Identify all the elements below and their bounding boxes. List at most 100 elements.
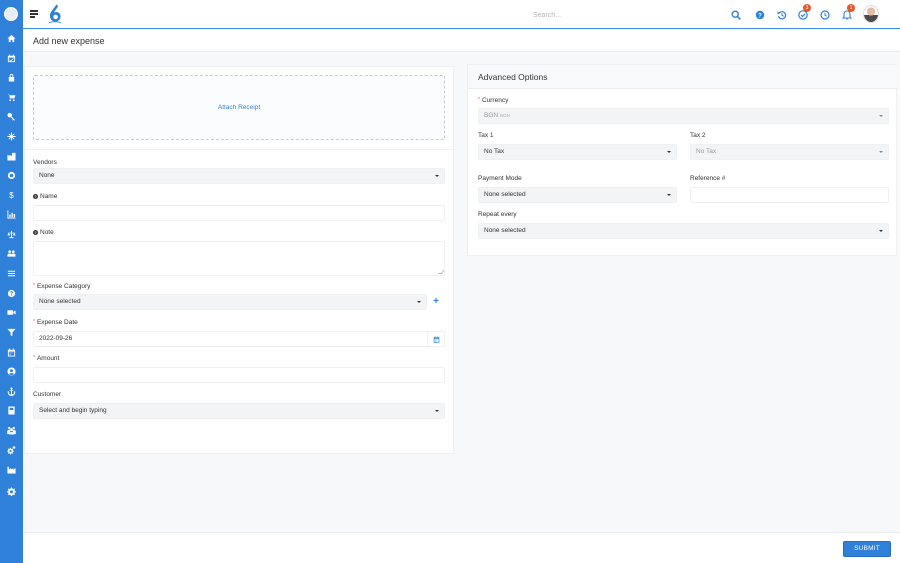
video-icon[interactable] — [6, 307, 17, 318]
company-logo[interactable] — [4, 7, 18, 21]
calendar-check-icon[interactable] — [6, 53, 17, 64]
chevron-down-icon — [417, 301, 421, 303]
amount-label: Amount — [36, 355, 60, 362]
repeat-every-select[interactable]: None selected — [478, 223, 889, 239]
scale-icon[interactable] — [6, 229, 17, 240]
form-footer: SUBMIT — [23, 532, 900, 563]
user-avatar[interactable] — [863, 5, 879, 23]
vendors-label: Vendors — [33, 159, 57, 166]
attach-receipt-label: Attach Receipt — [217, 104, 261, 111]
chevron-down-icon — [435, 175, 439, 177]
expense-category-value: None selected — [39, 298, 81, 305]
repeat-every-value: None selected — [484, 227, 526, 234]
divider — [25, 149, 455, 150]
lock-icon[interactable] — [6, 72, 17, 83]
circle-icon[interactable] — [6, 170, 17, 181]
calendar-icon[interactable] — [427, 331, 444, 347]
amount-label-row: * Amount — [33, 355, 59, 362]
currency-select[interactable]: BGN BGN — [478, 108, 889, 124]
submit-button[interactable]: SUBMIT — [843, 541, 891, 557]
repeat-every-label: Repeat every — [478, 211, 517, 218]
tax2-select[interactable]: No Tax — [690, 144, 889, 160]
notifications-bell-icon[interactable]: 1 — [841, 4, 855, 20]
filter-icon[interactable] — [6, 327, 17, 338]
chevron-down-icon — [879, 151, 883, 153]
name-label: Name — [40, 193, 58, 200]
vendors-select[interactable]: None — [33, 168, 445, 184]
menu-toggle-icon[interactable] — [30, 10, 38, 18]
chevron-down-icon — [879, 230, 883, 232]
currency-label-row: * Currency — [478, 97, 508, 104]
dollar-icon[interactable]: $ — [6, 190, 17, 201]
anchor-icon[interactable] — [6, 386, 17, 397]
currency-suffix: BGN — [500, 113, 510, 118]
key-icon[interactable] — [6, 111, 17, 122]
customer-label: Customer — [33, 391, 62, 398]
search-icon[interactable] — [730, 9, 741, 20]
factory-icon[interactable] — [6, 464, 17, 475]
expense-date-label: Expense Date — [36, 319, 78, 326]
customer-select[interactable]: Select and begin typing — [33, 403, 445, 419]
sidebar: $ — [0, 0, 23, 563]
clock-icon[interactable] — [819, 9, 830, 20]
svg-text:?: ? — [758, 13, 762, 19]
top-header: ? 3 1 — [23, 0, 900, 29]
tax2-value: No Tax — [696, 148, 717, 155]
resize-handle-icon[interactable] — [437, 270, 445, 274]
advanced-options-header: Advanced Options — [468, 65, 898, 89]
history-icon[interactable] — [776, 9, 787, 20]
groups-icon[interactable] — [6, 425, 17, 436]
chevron-down-icon — [667, 151, 671, 153]
name-field[interactable] — [33, 205, 445, 221]
reference-label: Reference # — [690, 175, 726, 182]
users-icon[interactable] — [6, 248, 17, 259]
user-circle-icon[interactable] — [6, 366, 17, 377]
tax1-select[interactable]: No Tax — [478, 144, 677, 160]
page-title-bar: Add new expense — [23, 29, 900, 52]
advanced-options-card: Advanced Options * Currency BGN BGN Tax 1 … — [467, 64, 898, 256]
required-marker: * — [33, 283, 35, 289]
note-textarea[interactable] — [33, 241, 445, 276]
payment-mode-label: Payment Mode — [478, 175, 522, 182]
expense-category-select[interactable]: None selected — [33, 294, 427, 310]
vendors-value: None — [39, 172, 55, 179]
expense-date-field[interactable]: 2022-09-26 — [33, 331, 445, 347]
expense-category-label: Expense Category — [36, 283, 91, 290]
required-marker: * — [33, 319, 35, 325]
attach-receipt-dropzone[interactable]: Attach Receipt — [33, 75, 445, 140]
note-label-row: ? Note — [33, 229, 54, 236]
search-input[interactable] — [533, 9, 683, 21]
add-category-button[interactable]: + — [431, 297, 441, 307]
chevron-down-icon — [879, 115, 883, 117]
tax1-value: No Tax — [484, 148, 505, 155]
help-icon[interactable] — [6, 288, 17, 299]
question-icon: ? — [33, 194, 38, 199]
chevron-down-icon — [667, 194, 671, 196]
building-icon[interactable] — [6, 151, 17, 162]
list-icon[interactable] — [6, 268, 17, 279]
snowflake-icon[interactable] — [6, 131, 17, 142]
amount-field[interactable] — [33, 367, 445, 383]
payment-mode-select[interactable]: None selected — [478, 187, 677, 203]
customer-value: Select and begin typing — [39, 407, 107, 414]
tasks-icon[interactable]: 3 — [797, 4, 811, 20]
chevron-down-icon — [435, 410, 439, 412]
settings-icon[interactable] — [6, 486, 17, 497]
required-marker: * — [33, 355, 35, 361]
brand-logo[interactable] — [48, 4, 62, 24]
currency-label: Currency — [481, 97, 509, 104]
help-circle-icon[interactable]: ? — [754, 9, 765, 20]
book-icon[interactable] — [6, 405, 17, 416]
expense-category-label-row: * Expense Category — [33, 283, 90, 290]
bar-chart-icon[interactable] — [6, 209, 17, 220]
calendar-icon[interactable] — [6, 347, 17, 358]
question-icon: ? — [33, 230, 38, 235]
expense-date-value: 2022-09-26 — [39, 335, 73, 342]
notifications-count-badge: 1 — [847, 4, 855, 12]
cart-icon[interactable] — [6, 92, 17, 103]
required-marker: * — [478, 97, 480, 103]
reference-field[interactable] — [690, 187, 889, 203]
currency-value: BGN — [484, 112, 499, 119]
home-icon[interactable] — [6, 33, 17, 44]
cogs-icon[interactable] — [6, 445, 17, 456]
